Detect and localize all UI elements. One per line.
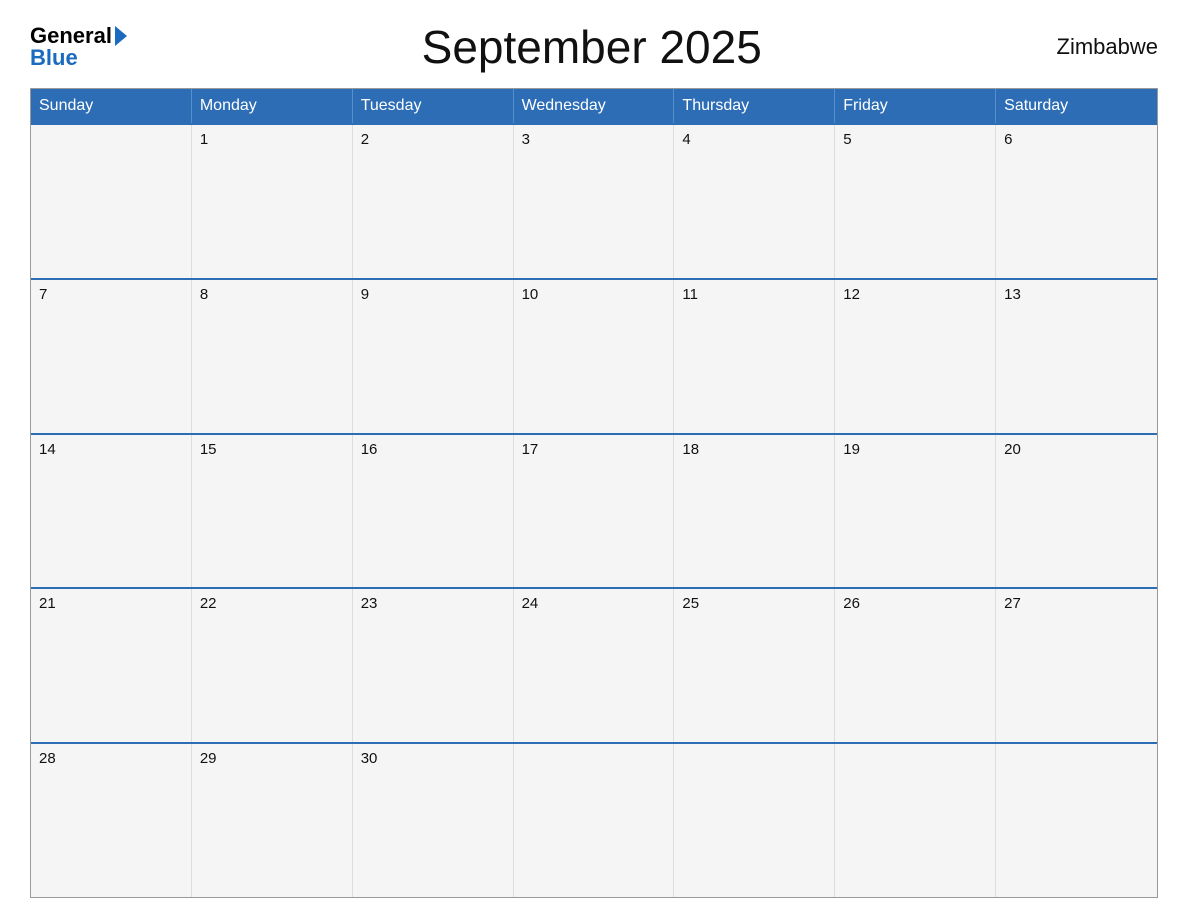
day-cell: 18 [674,435,835,588]
day-cell: 22 [192,589,353,742]
day-number: 18 [682,441,699,458]
day-cell [514,744,675,897]
day-cell: 5 [835,125,996,278]
calendar-page: General Blue September 2025 Zimbabwe Sun… [0,0,1188,918]
day-cell: 25 [674,589,835,742]
day-cell [31,125,192,278]
day-number: 4 [682,131,690,148]
logo-blue-text: Blue [30,47,78,69]
day-number: 14 [39,441,56,458]
calendar-grid: SundayMondayTuesdayWednesdayThursdayFrid… [30,88,1158,898]
day-cell: 8 [192,280,353,433]
logo-general-text: General [30,25,112,47]
day-number: 9 [361,286,369,303]
day-number: 27 [1004,595,1021,612]
day-cell: 9 [353,280,514,433]
day-cell: 17 [514,435,675,588]
day-cell: 15 [192,435,353,588]
day-cell: 11 [674,280,835,433]
day-cell [996,744,1157,897]
logo: General Blue [30,25,127,69]
day-cell: 1 [192,125,353,278]
day-cell: 3 [514,125,675,278]
day-cell: 10 [514,280,675,433]
day-number: 23 [361,595,378,612]
day-cell: 26 [835,589,996,742]
day-number: 29 [200,750,217,767]
day-cell: 14 [31,435,192,588]
day-cell: 27 [996,589,1157,742]
day-number: 25 [682,595,699,612]
day-cell: 19 [835,435,996,588]
day-number: 17 [522,441,539,458]
day-cell: 13 [996,280,1157,433]
day-number: 6 [1004,131,1012,148]
day-number: 28 [39,750,56,767]
week-row-5: 28 29 30 [31,742,1157,897]
day-cell: 23 [353,589,514,742]
day-number: 10 [522,286,539,303]
day-number: 12 [843,286,860,303]
day-header-tuesday: Tuesday [353,89,514,123]
week-row-3: 14 15 16 17 18 19 20 [31,433,1157,588]
day-cell: 29 [192,744,353,897]
day-number: 20 [1004,441,1021,458]
day-number: 1 [200,131,208,148]
day-number: 30 [361,750,378,767]
day-number: 26 [843,595,860,612]
day-header-monday: Monday [192,89,353,123]
day-cell: 2 [353,125,514,278]
day-cell [674,744,835,897]
day-header-friday: Friday [835,89,996,123]
day-number: 2 [361,131,369,148]
day-cell: 28 [31,744,192,897]
day-number: 3 [522,131,530,148]
day-number: 16 [361,441,378,458]
day-headers-row: SundayMondayTuesdayWednesdayThursdayFrid… [31,89,1157,123]
month-title: September 2025 [422,20,762,74]
day-cell: 30 [353,744,514,897]
day-number: 11 [682,286,698,303]
day-number: 5 [843,131,851,148]
logo-triangle-icon [115,26,127,46]
day-number: 24 [522,595,539,612]
page-header: General Blue September 2025 Zimbabwe [30,20,1158,74]
day-header-thursday: Thursday [674,89,835,123]
day-cell: 4 [674,125,835,278]
day-cell: 7 [31,280,192,433]
week-row-2: 7 8 9 10 11 12 13 [31,278,1157,433]
day-number: 7 [39,286,47,303]
day-header-sunday: Sunday [31,89,192,123]
day-number: 21 [39,595,56,612]
day-number: 8 [200,286,208,303]
country-label: Zimbabwe [1057,34,1158,60]
day-cell: 21 [31,589,192,742]
day-header-saturday: Saturday [996,89,1157,123]
day-header-wednesday: Wednesday [514,89,675,123]
day-cell: 16 [353,435,514,588]
day-cell: 24 [514,589,675,742]
day-number: 19 [843,441,860,458]
week-row-1: 1 2 3 4 5 6 [31,123,1157,278]
day-number: 15 [200,441,217,458]
week-row-4: 21 22 23 24 25 26 27 [31,587,1157,742]
day-cell: 20 [996,435,1157,588]
day-cell: 6 [996,125,1157,278]
day-number: 13 [1004,286,1021,303]
day-cell: 12 [835,280,996,433]
day-number: 22 [200,595,217,612]
day-cell [835,744,996,897]
